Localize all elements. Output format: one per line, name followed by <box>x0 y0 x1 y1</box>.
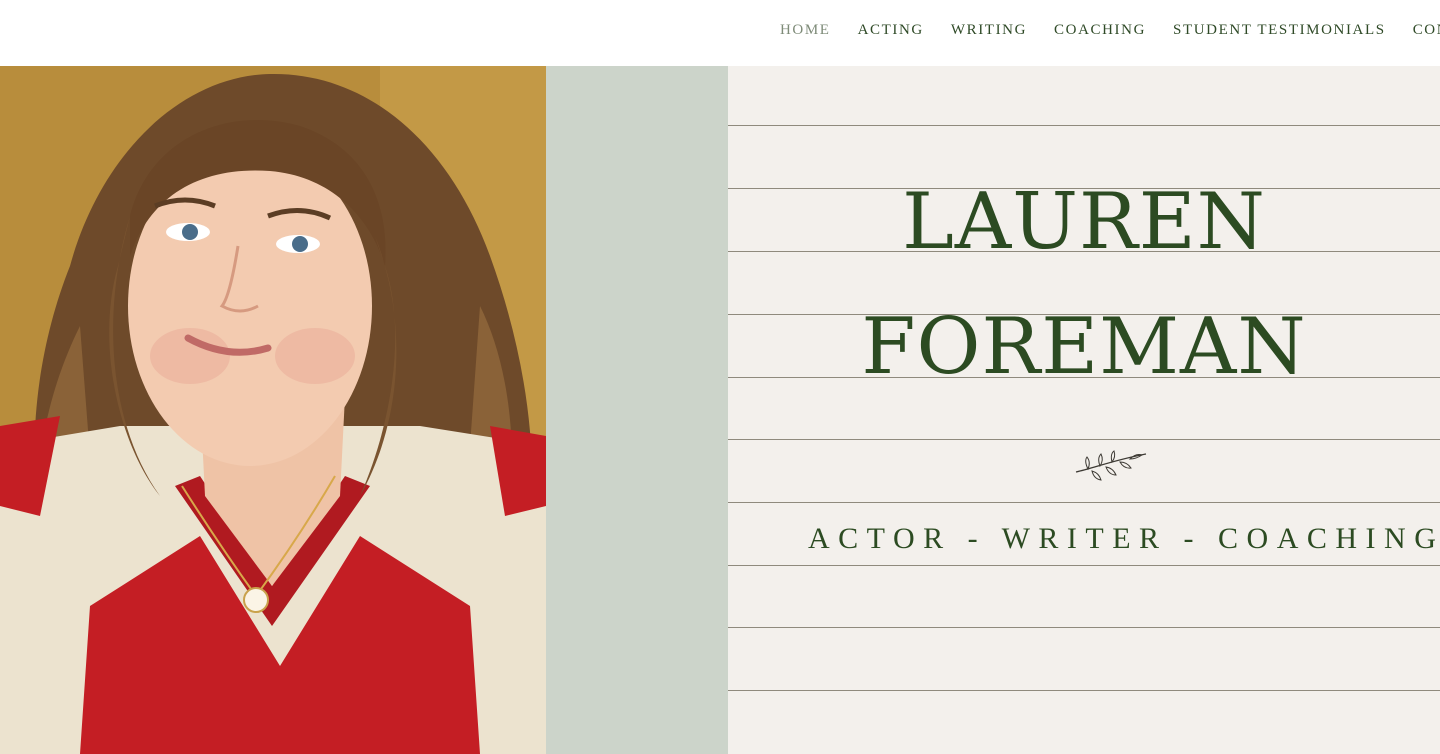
hero-first-name: LAUREN <box>902 177 1266 267</box>
ruled-line <box>728 502 1440 503</box>
ruled-line <box>728 439 1440 440</box>
nav-acting[interactable]: ACTING <box>858 22 924 39</box>
ruled-line <box>728 627 1440 628</box>
main-nav: HOME ACTING WRITING COACHING STUDENT TES… <box>780 0 1440 60</box>
sage-panel <box>546 66 728 754</box>
ruled-line <box>728 690 1440 691</box>
nav-student-testimonials[interactable]: STUDENT TESTIMONIALS <box>1173 22 1386 39</box>
nav-writing[interactable]: WRITING <box>951 22 1027 39</box>
nav-contact[interactable]: CONTA <box>1413 22 1440 39</box>
portrait-photo <box>0 66 546 754</box>
ruled-line <box>728 125 1440 126</box>
nav-coaching[interactable]: COACHING <box>1054 22 1146 39</box>
leaf-sprig-icon <box>1075 450 1147 481</box>
ruled-line <box>728 565 1440 566</box>
nav-home[interactable]: HOME <box>780 22 831 39</box>
hero-tagline: ACTOR - WRITER - COACHING <box>808 522 1440 555</box>
site-header: HOME ACTING WRITING COACHING STUDENT TES… <box>0 0 1440 67</box>
hero-last-name: FOREMAN <box>861 302 1307 392</box>
hero-title-panel: LAUREN FOREMAN ACTOR - WRITER - COACHING <box>728 66 1440 754</box>
portrait-illustration <box>0 66 546 754</box>
